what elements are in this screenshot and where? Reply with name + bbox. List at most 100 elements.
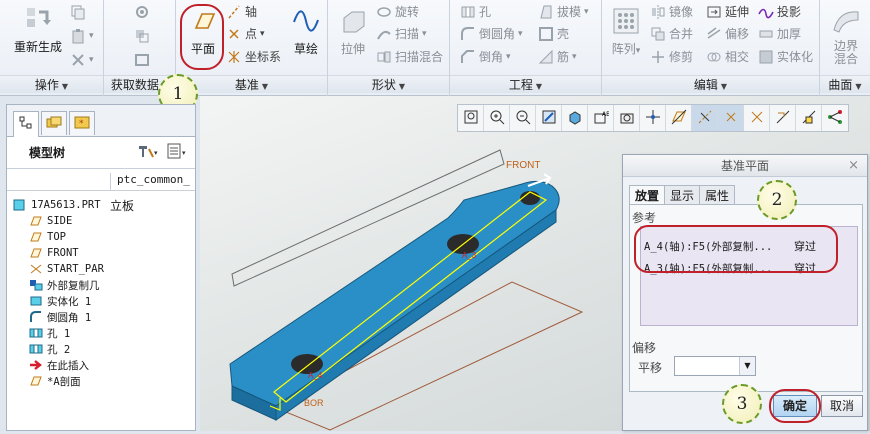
csys-display-icon xyxy=(749,109,765,128)
tab-properties[interactable]: 属性 xyxy=(699,185,736,205)
ribbon-group-title[interactable]: 曲面 ▼ xyxy=(820,75,870,93)
tree-settings-icon[interactable]: ▾ xyxy=(137,143,159,162)
dialog-title: 基准平面 xyxy=(720,159,769,173)
csys-display-button[interactable] xyxy=(744,105,770,131)
swept-blend-icon xyxy=(376,49,392,65)
ribbon-group-title[interactable]: 基准 ▼ xyxy=(176,75,327,93)
ribbon-group-title[interactable]: 形状 ▼ xyxy=(328,75,449,93)
zoom-out-button[interactable] xyxy=(510,105,536,131)
copy-button[interactable] xyxy=(70,4,86,20)
tree-item[interactable]: TOP xyxy=(7,229,195,245)
perspective-button[interactable] xyxy=(640,105,666,131)
regenerate-label: 重新生成 xyxy=(13,40,62,54)
merge-button[interactable]: 合并 xyxy=(650,25,693,42)
extrude-button[interactable]: 拉伸 xyxy=(334,6,372,57)
axis-display-button[interactable] xyxy=(692,105,718,131)
sketch-label: 草绘 xyxy=(293,42,318,56)
draft-icon xyxy=(538,4,554,20)
project-button[interactable]: 投影 xyxy=(758,3,801,20)
tab-model-tree[interactable] xyxy=(13,111,39,137)
sweep-button[interactable]: 扫描 ▾ xyxy=(376,25,427,42)
offset-button[interactable]: 偏移 xyxy=(706,25,749,42)
tree-item[interactable]: 孔 1 xyxy=(7,325,195,341)
tree-root[interactable]: 17A5613.PRT 立板 xyxy=(7,197,195,213)
rib-button[interactable]: 筋 ▾ xyxy=(538,48,577,65)
gear-cube-icon xyxy=(134,4,150,20)
bottom-plane-label: BOR xyxy=(304,398,324,408)
tree-item[interactable]: 外部复制几 xyxy=(7,277,195,293)
shrinkwrap-icon xyxy=(134,52,150,68)
offset-icon xyxy=(706,26,722,42)
view-manager-button[interactable] xyxy=(614,105,640,131)
highlight-ring xyxy=(180,4,224,70)
shell-button[interactable]: 壳 xyxy=(538,25,569,42)
regenerate-button[interactable]: 重新生成 xyxy=(8,4,68,55)
intersect-button[interactable]: 相交 xyxy=(706,48,749,65)
tree-item[interactable]: 在此插入 xyxy=(7,357,195,373)
tree-item[interactable]: 倒圆角 1 xyxy=(7,309,195,325)
paste-button[interactable]: ▾ xyxy=(70,28,94,44)
draft-button[interactable]: 拔模 ▾ xyxy=(538,3,589,20)
boundary-blend-button[interactable]: 边界 混合 xyxy=(824,6,868,66)
user-feature-button[interactable] xyxy=(134,4,150,20)
chamfer-button[interactable]: 倒角 ▾ xyxy=(460,48,511,65)
annotation-display-icon xyxy=(775,109,791,128)
tree-icon xyxy=(19,116,33,133)
delete-button[interactable]: ▾ xyxy=(70,52,94,68)
shell-icon xyxy=(538,26,554,42)
tree-item[interactable]: FRONT xyxy=(7,245,195,261)
boundary-blend-icon xyxy=(831,6,861,36)
spin-center-button[interactable] xyxy=(796,105,822,131)
trim-button[interactable]: 修剪 xyxy=(650,48,693,65)
network-display-button[interactable] xyxy=(822,105,848,131)
ribbon-group-title[interactable]: 编辑 ▼ xyxy=(602,75,819,93)
tree-item[interactable]: 实体化 1 xyxy=(7,293,195,309)
axis-button[interactable]: 轴 xyxy=(226,3,257,20)
ribbon-group-title[interactable]: 工程 ▼ xyxy=(450,75,601,93)
tree-item[interactable]: SIDE xyxy=(7,213,195,229)
pattern-button[interactable]: 阵列▾ xyxy=(608,6,644,57)
repaint-button[interactable] xyxy=(536,105,562,131)
plane-display-button[interactable] xyxy=(666,105,692,131)
model-tree: 17A5613.PRT 立板 SIDE TOP FRONT START_PAR 外部复制… xyxy=(7,191,195,389)
cancel-button[interactable]: 取消 xyxy=(821,395,863,417)
ribbon-group-title[interactable]: 操作 ▼ xyxy=(0,75,103,93)
display-style-button[interactable] xyxy=(562,105,588,131)
tree-item-label: FRONT xyxy=(47,247,79,259)
csys-button[interactable]: 坐标系 xyxy=(226,48,281,65)
shrinkwrap-button[interactable] xyxy=(134,52,150,68)
point-display-button[interactable] xyxy=(718,105,744,131)
extend-button[interactable]: 延伸 xyxy=(706,3,749,20)
swept-blend-button[interactable]: 扫描混合 xyxy=(376,48,443,65)
hole-button[interactable]: 孔 xyxy=(460,3,491,20)
display-style-icon xyxy=(567,109,583,128)
part-body[interactable] xyxy=(229,180,560,407)
point-button[interactable]: 点 ▾ xyxy=(226,25,265,42)
thicken-button[interactable]: 加厚 xyxy=(758,25,801,42)
tree-item[interactable]: 孔 2 xyxy=(7,341,195,357)
sketch-button[interactable]: 草绘 xyxy=(288,6,324,57)
tab-placement[interactable]: 放置 xyxy=(629,185,666,205)
refit-button[interactable] xyxy=(458,105,484,131)
zoom-in-button[interactable] xyxy=(484,105,510,131)
close-icon[interactable]: × xyxy=(848,155,859,177)
csys-icon xyxy=(226,49,242,65)
highlight-ring xyxy=(769,389,821,423)
tree-columns-icon[interactable]: ▾ xyxy=(167,143,189,162)
solidify-button[interactable]: 实体化 xyxy=(758,48,813,65)
revolve-button[interactable]: 旋转 xyxy=(376,3,419,20)
tree-column-ptc-common[interactable]: ptc_common_ xyxy=(110,173,190,191)
tab-favorites[interactable]: * xyxy=(69,111,95,135)
tab-display[interactable]: 显示 xyxy=(664,185,701,205)
zoom-in-icon xyxy=(489,109,505,128)
annotation-display-button[interactable] xyxy=(770,105,796,131)
round-button[interactable]: 倒圆角 ▾ xyxy=(460,25,523,42)
translate-select[interactable]: ▼ xyxy=(674,356,756,376)
copy-geometry-button[interactable] xyxy=(134,28,150,44)
mirror-button[interactable]: 镜像 xyxy=(650,3,693,20)
tab-folder-browser[interactable] xyxy=(41,111,67,135)
tree-item[interactable]: START_PAR xyxy=(7,261,195,277)
tree-item[interactable]: *A剖面 xyxy=(7,373,195,389)
insert-arrow-icon xyxy=(29,359,43,371)
saved-orientations-button[interactable]: AB xyxy=(588,105,614,131)
